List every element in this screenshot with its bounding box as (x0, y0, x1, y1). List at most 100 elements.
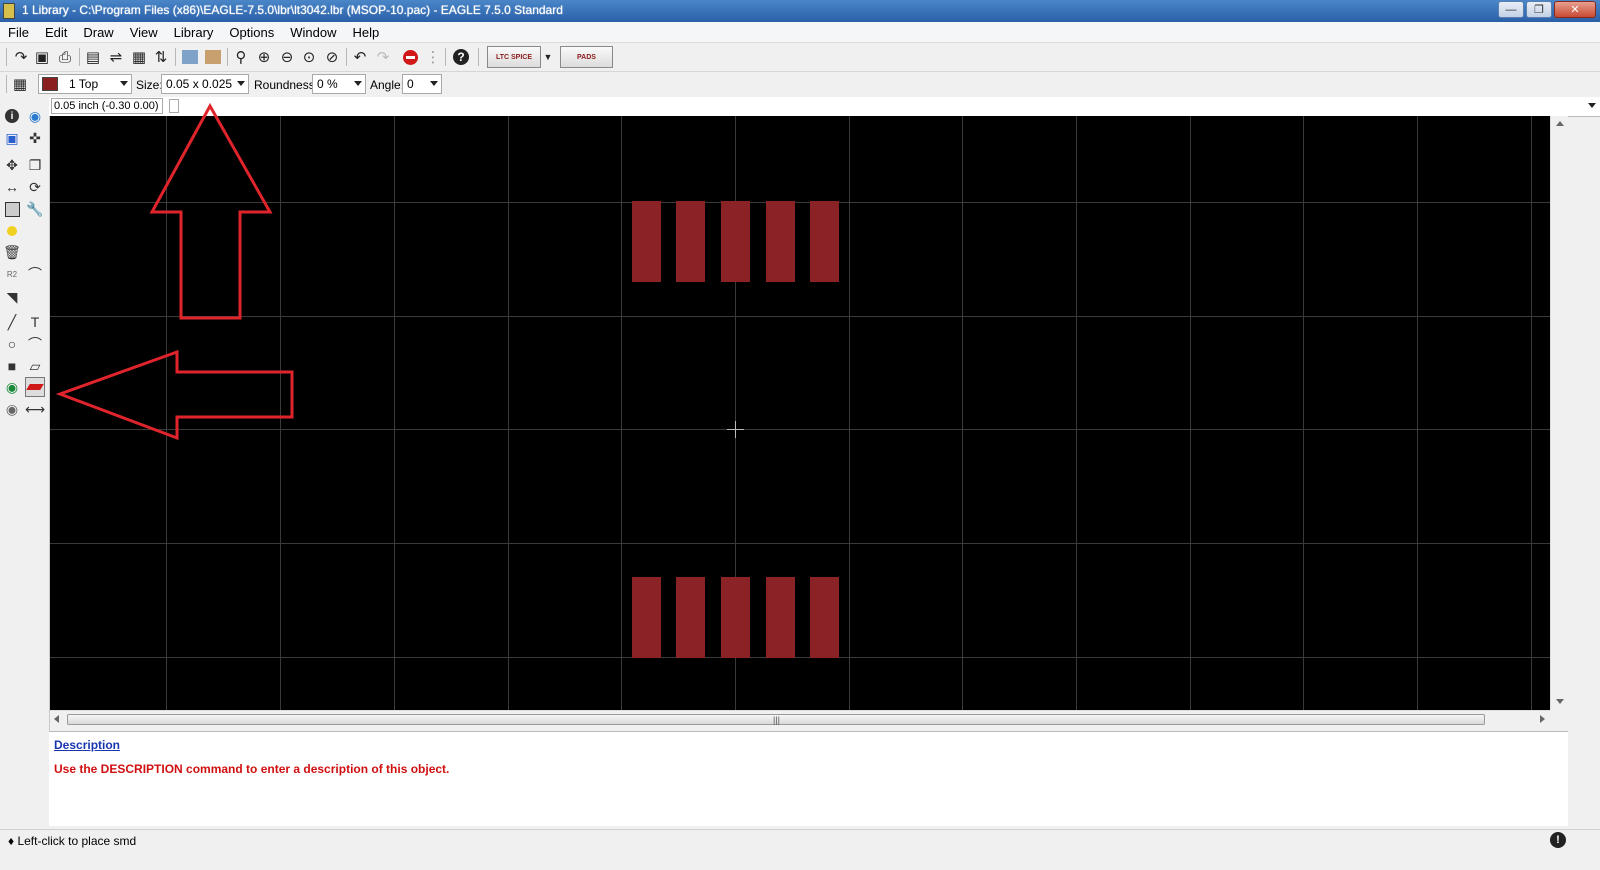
text-icon[interactable]: T (26, 313, 44, 331)
drawing-canvas[interactable] (50, 116, 1550, 710)
scroll-up-icon[interactable] (1556, 121, 1564, 126)
pads-button[interactable]: PADS (560, 46, 613, 68)
miter-icon[interactable]: ⌒ (26, 265, 44, 283)
scrollbar-thumb[interactable]: ||| (67, 714, 1485, 725)
library-book-icon[interactable]: ▤ (83, 47, 103, 67)
package-icon[interactable]: ▦ (129, 47, 149, 67)
toolbar-separator (227, 48, 228, 66)
rotate-icon[interactable]: ⟳ (26, 178, 44, 196)
device-icon[interactable]: ⇅ (151, 47, 171, 67)
info-icon[interactable]: i (3, 107, 21, 125)
angle-select[interactable]: 0 (402, 74, 442, 94)
grid-line (1076, 116, 1077, 710)
menu-library[interactable]: Library (166, 25, 222, 40)
menu-options[interactable]: Options (221, 25, 282, 40)
scroll-left-icon[interactable] (54, 715, 59, 723)
paste-icon[interactable] (3, 222, 21, 240)
redraw-icon[interactable]: ⊘ (322, 47, 342, 67)
split-icon[interactable]: ◥ (3, 288, 21, 306)
main-toolbar: ↷ ▣ ⎙ ▤ ⇌ ▦ ⇅ ⚲ ⊕ ⊖ ⊙ ⊘ ↶ ↷ ⋮ ? LTC SPIC… (0, 43, 1600, 72)
open-icon[interactable]: ↷ (11, 47, 31, 67)
command-history-dropdown-icon[interactable] (1588, 103, 1596, 108)
group-icon[interactable] (3, 200, 21, 218)
ltspice-button[interactable]: LTC SPICE (487, 46, 541, 68)
ltspice-dropdown-icon[interactable]: ▼ (541, 47, 555, 67)
crosshair-cursor (735, 421, 736, 438)
menu-file[interactable]: File (0, 25, 37, 40)
name-value-icon[interactable]: R2 (3, 265, 21, 283)
restore-button[interactable]: ❐ (1526, 1, 1552, 18)
polygon-icon[interactable]: ▱ (26, 357, 44, 375)
menu-window[interactable]: Window (282, 25, 344, 40)
toolbar-separator (478, 48, 479, 66)
smd-pad[interactable] (766, 201, 795, 282)
stop-icon[interactable] (400, 47, 420, 67)
print-icon[interactable]: ⎙ (55, 47, 75, 67)
ulp-icon[interactable] (203, 47, 223, 67)
zoom-out-icon[interactable]: ⊖ (277, 47, 297, 67)
smd-pad[interactable] (676, 577, 705, 658)
roundness-select[interactable]: 0 % (312, 74, 366, 94)
change-wrench-icon[interactable]: 🔧 (26, 200, 44, 218)
description-link[interactable]: Description (54, 738, 120, 752)
grid-line (1190, 116, 1191, 710)
close-button[interactable]: ✕ (1554, 1, 1596, 18)
smd-pad[interactable] (721, 201, 750, 282)
wire-icon[interactable]: ╱ (3, 313, 21, 331)
mark-icon[interactable]: ✜ (26, 129, 44, 147)
menu-draw[interactable]: Draw (75, 25, 121, 40)
pad-icon[interactable]: ◉ (3, 378, 21, 396)
save-icon[interactable]: ▣ (32, 47, 52, 67)
delete-trash-icon[interactable]: 🗑 (3, 243, 21, 261)
rect-icon[interactable]: ■ (3, 357, 21, 375)
minimize-button[interactable]: — (1498, 1, 1524, 18)
arc-icon[interactable]: ⌒ (26, 335, 44, 353)
menu-edit[interactable]: Edit (37, 25, 75, 40)
show-icon[interactable]: ◉ (26, 107, 44, 125)
menu-help[interactable]: Help (344, 25, 387, 40)
grid-line (166, 116, 167, 710)
help-icon[interactable]: ? (451, 47, 471, 67)
horizontal-scrollbar[interactable]: ||| (50, 710, 1550, 728)
grid-line (1417, 116, 1418, 710)
menu-view[interactable]: View (122, 25, 166, 40)
scroll-down-icon[interactable] (1556, 699, 1564, 704)
alert-icon[interactable]: ! (1550, 832, 1566, 848)
copy-icon[interactable]: ❐ (26, 156, 44, 174)
smd-pad[interactable] (810, 577, 839, 658)
layer-value: 1 Top (69, 77, 99, 91)
mirror-icon[interactable]: ↔ (3, 178, 21, 196)
scroll-right-icon[interactable] (1540, 715, 1545, 723)
menu-bar: File Edit Draw View Library Options Wind… (0, 22, 1600, 43)
display-layers-icon[interactable]: ▣ (3, 129, 21, 147)
size-select[interactable]: 0.05 x 0.025 (161, 74, 249, 94)
circle-icon[interactable]: ○ (3, 335, 21, 353)
go-icon[interactable]: ⋮ (423, 47, 443, 67)
toolbar-grip (6, 75, 7, 93)
layer-color-swatch (42, 77, 58, 91)
zoom-fit-icon[interactable]: ⚲ (231, 47, 251, 67)
grid-icon[interactable]: ▦ (10, 74, 30, 94)
smd-pad[interactable] (632, 577, 661, 658)
symbol-icon[interactable]: ⇌ (106, 47, 126, 67)
redo-icon[interactable]: ↷ (373, 47, 393, 67)
smd-pad[interactable] (810, 201, 839, 282)
layer-select[interactable]: 1 Top (38, 74, 132, 94)
chevron-down-icon (120, 81, 128, 86)
smd-icon[interactable] (25, 377, 45, 397)
bottom-strip (0, 852, 1600, 870)
dimension-icon[interactable]: ⟷ (25, 400, 45, 418)
zoom-select-icon[interactable]: ⊙ (299, 47, 319, 67)
hole-icon[interactable]: ◉ (3, 400, 21, 418)
vertical-scrollbar[interactable] (1550, 116, 1568, 710)
script-icon[interactable] (180, 47, 200, 67)
smd-pad[interactable] (766, 577, 795, 658)
undo-icon[interactable]: ↶ (350, 47, 370, 67)
grid-line (50, 543, 1550, 544)
smd-pad[interactable] (632, 201, 661, 282)
command-input[interactable] (183, 98, 1577, 116)
zoom-in-icon[interactable]: ⊕ (254, 47, 274, 67)
smd-pad[interactable] (721, 577, 750, 658)
smd-pad[interactable] (676, 201, 705, 282)
move-icon[interactable]: ✥ (3, 156, 21, 174)
